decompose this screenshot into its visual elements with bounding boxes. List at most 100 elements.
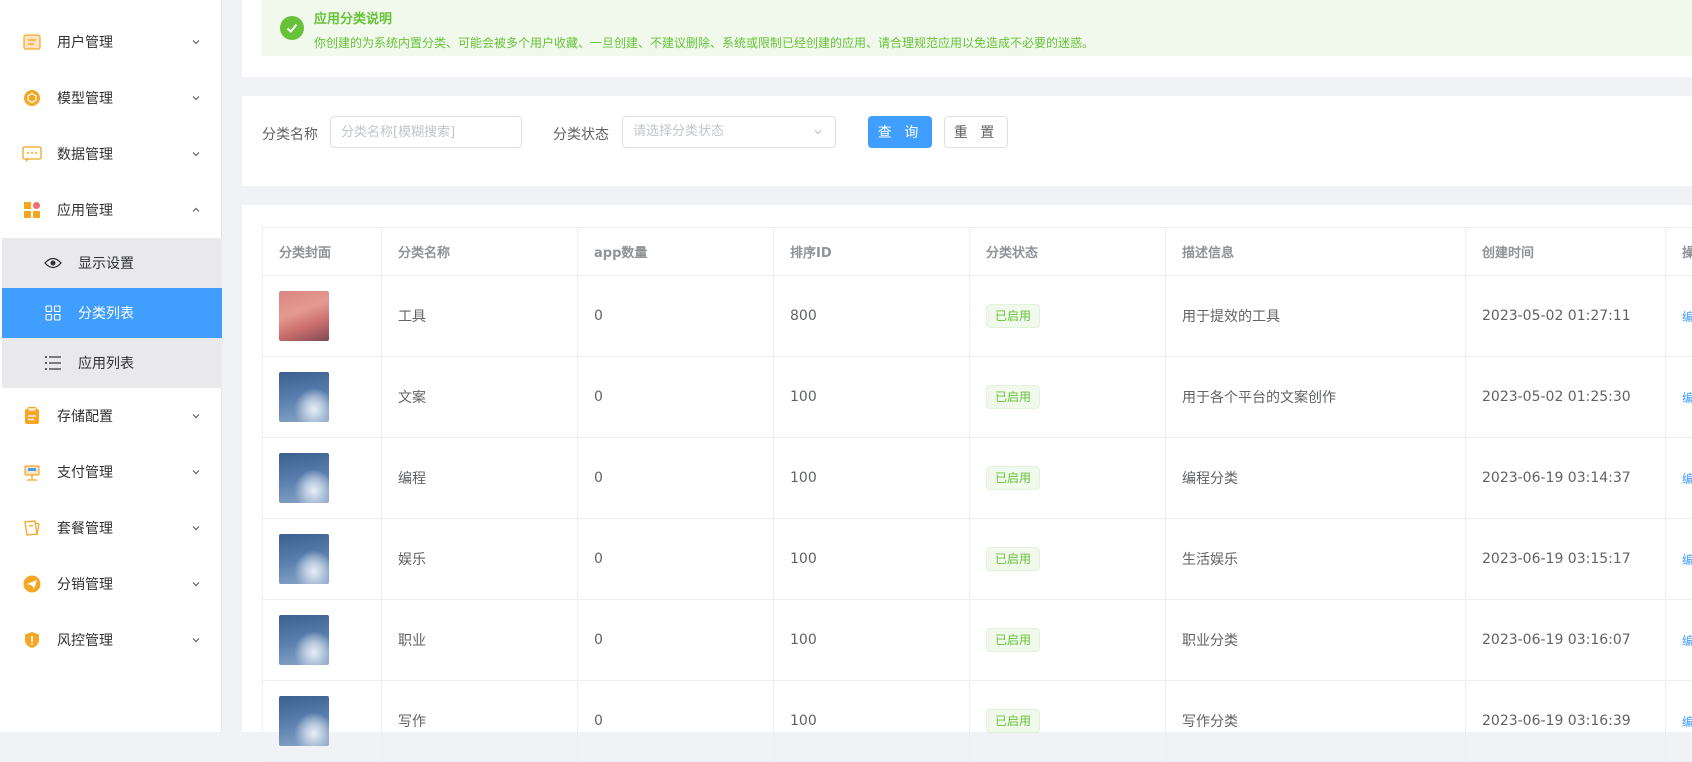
cell-order: 800 xyxy=(774,276,970,356)
chevron-down-icon xyxy=(192,470,200,475)
risk-manage-icon xyxy=(22,630,42,650)
menu-app-manage[interactable]: 应用管理 xyxy=(0,185,222,235)
menu-label: 分销管理 xyxy=(57,577,113,593)
category-status-label: 分类状态 xyxy=(553,127,609,143)
cell-name: 文案 xyxy=(382,357,578,437)
cell-created: 2023-06-19 03:14:37 xyxy=(1466,438,1666,518)
menu-pay-manage[interactable]: 支付管理 xyxy=(0,447,222,497)
column-header-cover: 分类封面 xyxy=(263,228,382,275)
category-name-input[interactable] xyxy=(330,116,522,148)
sidebar: 用户管理 模型管理 数据管理 应用管理 显示设置 分类列表 应用列表 存储配置 … xyxy=(0,0,222,732)
cell-operation: 编 xyxy=(1666,357,1692,437)
chevron-down-icon xyxy=(192,96,200,101)
alert-title: 应用分类说明 xyxy=(314,12,393,27)
cell-description: 用于各个平台的文案创作 xyxy=(1166,357,1466,437)
edit-link[interactable]: 编 xyxy=(1682,389,1692,406)
cell-operation: 编 xyxy=(1666,519,1692,599)
edit-link[interactable]: 编 xyxy=(1682,308,1692,325)
cell-app-count: 0 xyxy=(578,438,774,518)
submenu-display-settings[interactable]: 显示设置 xyxy=(2,238,222,288)
query-button[interactable]: 查 询 xyxy=(868,116,932,148)
table-row: 工具0800 已启用 用于提效的工具2023-05-02 01:27:11 编 xyxy=(263,276,1692,357)
menu-user-manage[interactable]: 用户管理 xyxy=(0,17,222,67)
select-placeholder: 请选择分类状态 xyxy=(633,124,725,139)
data-manage-icon xyxy=(22,144,42,164)
distribution-manage-icon xyxy=(22,574,42,594)
pay-manage-icon xyxy=(22,462,42,482)
filter-card: 分类名称 分类状态 请选择分类状态 查 询 重 置 xyxy=(242,96,1692,186)
cell-operation: 编 xyxy=(1666,600,1692,680)
column-header-description: 描述信息 xyxy=(1166,228,1466,275)
cover-image xyxy=(279,372,329,422)
table-row: 编程0100 已启用 编程分类2023-06-19 03:14:37 编 xyxy=(263,438,1692,519)
cell-cover xyxy=(263,600,382,680)
cell-app-count: 0 xyxy=(578,357,774,437)
cell-cover xyxy=(263,681,382,761)
chevron-down-icon xyxy=(192,582,200,587)
menu-model-manage[interactable]: 模型管理 xyxy=(0,73,222,123)
cell-order: 100 xyxy=(774,600,970,680)
cover-image xyxy=(279,291,329,341)
cell-status: 已启用 xyxy=(970,600,1166,680)
reset-button[interactable]: 重 置 xyxy=(944,116,1008,148)
status-badge: 已启用 xyxy=(986,709,1041,733)
cell-order: 100 xyxy=(774,438,970,518)
edit-link[interactable]: 编 xyxy=(1682,713,1692,730)
menu-storage-config[interactable]: 存储配置 xyxy=(0,391,222,441)
cell-status: 已启用 xyxy=(970,681,1166,761)
cell-cover xyxy=(263,357,382,437)
menu-label: 风控管理 xyxy=(57,633,113,649)
menu-risk-manage[interactable]: 风控管理 xyxy=(0,615,222,665)
category-status-select[interactable]: 请选择分类状态 xyxy=(622,116,836,148)
edit-link[interactable]: 编 xyxy=(1682,470,1692,487)
user-manage-icon xyxy=(22,32,42,52)
edit-link[interactable]: 编 xyxy=(1682,551,1692,568)
status-badge: 已启用 xyxy=(986,628,1041,652)
cell-cover xyxy=(263,519,382,599)
cell-name: 编程 xyxy=(382,438,578,518)
menu-label: 用户管理 xyxy=(57,35,113,51)
cover-image xyxy=(279,615,329,665)
submenu-app-list[interactable]: 应用列表 xyxy=(2,338,222,388)
cell-description: 用于提效的工具 xyxy=(1166,276,1466,356)
table-row: 写作0100 已启用 写作分类2023-06-19 03:16:39 编 xyxy=(263,681,1692,762)
cell-status: 已启用 xyxy=(970,519,1166,599)
column-header-name: 分类名称 xyxy=(382,228,578,275)
submenu-label: 分类列表 xyxy=(78,306,134,322)
cell-created: 2023-06-19 03:16:39 xyxy=(1466,681,1666,761)
cell-app-count: 0 xyxy=(578,681,774,761)
cell-created: 2023-05-02 01:25:30 xyxy=(1466,357,1666,437)
cell-description: 编程分类 xyxy=(1166,438,1466,518)
menu-label: 模型管理 xyxy=(57,91,113,107)
chevron-down-icon xyxy=(192,40,200,45)
cell-name: 写作 xyxy=(382,681,578,761)
edit-link[interactable]: 编 xyxy=(1682,632,1692,649)
chevron-down-icon xyxy=(192,638,200,643)
submenu-category-list[interactable]: 分类列表 xyxy=(2,288,222,338)
cover-image xyxy=(279,534,329,584)
column-header-order: 排序ID xyxy=(774,228,970,275)
cell-order: 100 xyxy=(774,357,970,437)
cover-image xyxy=(279,696,329,746)
column-header-created: 创建时间 xyxy=(1466,228,1666,275)
chevron-down-icon xyxy=(192,526,200,531)
cell-name: 工具 xyxy=(382,276,578,356)
chevron-up-icon xyxy=(192,207,200,212)
cell-description: 职业分类 xyxy=(1166,600,1466,680)
cell-status: 已启用 xyxy=(970,438,1166,518)
table-row: 娱乐0100 已启用 生活娱乐2023-06-19 03:15:17 编 xyxy=(263,519,1692,600)
submenu-label: 显示设置 xyxy=(78,256,134,272)
menu-package-manage[interactable]: 套餐管理 xyxy=(0,503,222,553)
table-header: 分类封面 分类名称 app数量 排序ID 分类状态 描述信息 创建时间 操 xyxy=(263,228,1692,276)
alert-description: 你创建的为系统内置分类、可能会被多个用户收藏、一旦创建、不建议删除、系统或限制已… xyxy=(314,36,1095,50)
chevron-down-icon xyxy=(814,130,822,135)
cell-description: 写作分类 xyxy=(1166,681,1466,761)
menu-label: 套餐管理 xyxy=(57,521,113,537)
menu-data-manage[interactable]: 数据管理 xyxy=(0,129,222,179)
cover-image xyxy=(279,453,329,503)
success-check-icon xyxy=(280,16,304,40)
status-badge: 已启用 xyxy=(986,466,1041,490)
app-manage-icon xyxy=(22,200,42,220)
column-header-app-count: app数量 xyxy=(578,228,774,275)
menu-distribution-manage[interactable]: 分销管理 xyxy=(0,559,222,609)
